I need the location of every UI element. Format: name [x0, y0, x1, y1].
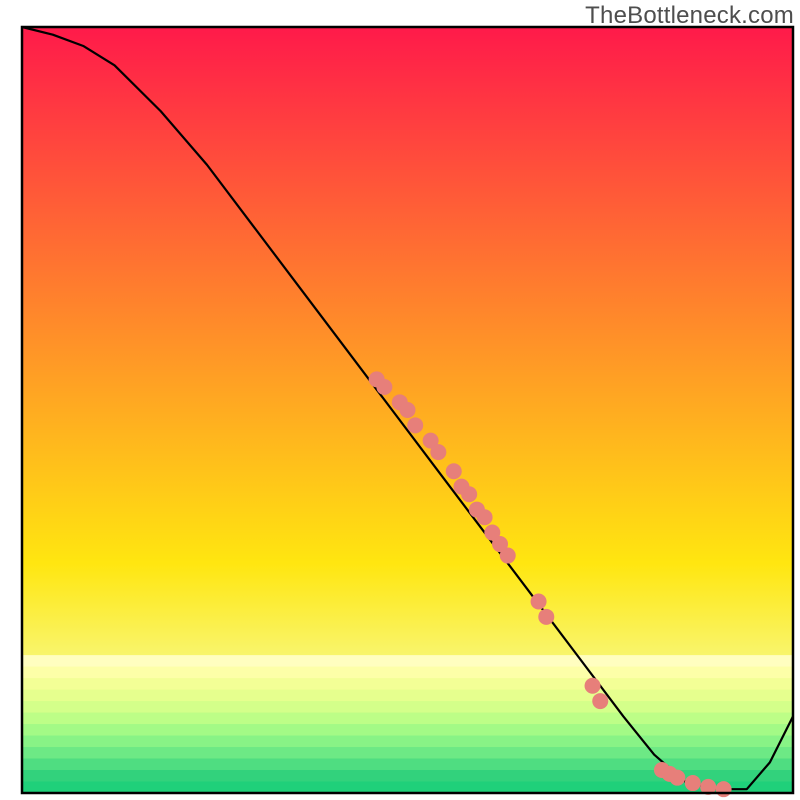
band [22, 759, 793, 771]
band [22, 667, 793, 679]
chart-stage: TheBottleneck.com [0, 0, 800, 800]
data-point [430, 444, 446, 460]
bottleneck-chart [0, 0, 800, 800]
data-point [446, 463, 462, 479]
data-point [407, 417, 423, 433]
data-point [716, 781, 732, 797]
data-point [685, 775, 701, 791]
watermark-text: TheBottleneck.com [585, 2, 794, 30]
data-point [376, 379, 392, 395]
band [22, 701, 793, 713]
band [22, 678, 793, 690]
band [22, 713, 793, 725]
data-point [531, 594, 547, 610]
data-point [400, 402, 416, 418]
band [22, 655, 793, 667]
data-point [585, 678, 601, 694]
data-point [538, 609, 554, 625]
data-point [461, 486, 477, 502]
band [22, 747, 793, 759]
data-point [477, 509, 493, 525]
data-point [669, 770, 685, 786]
band [22, 690, 793, 702]
band [22, 736, 793, 748]
band [22, 724, 793, 736]
data-point [500, 548, 516, 564]
data-point [592, 693, 608, 709]
